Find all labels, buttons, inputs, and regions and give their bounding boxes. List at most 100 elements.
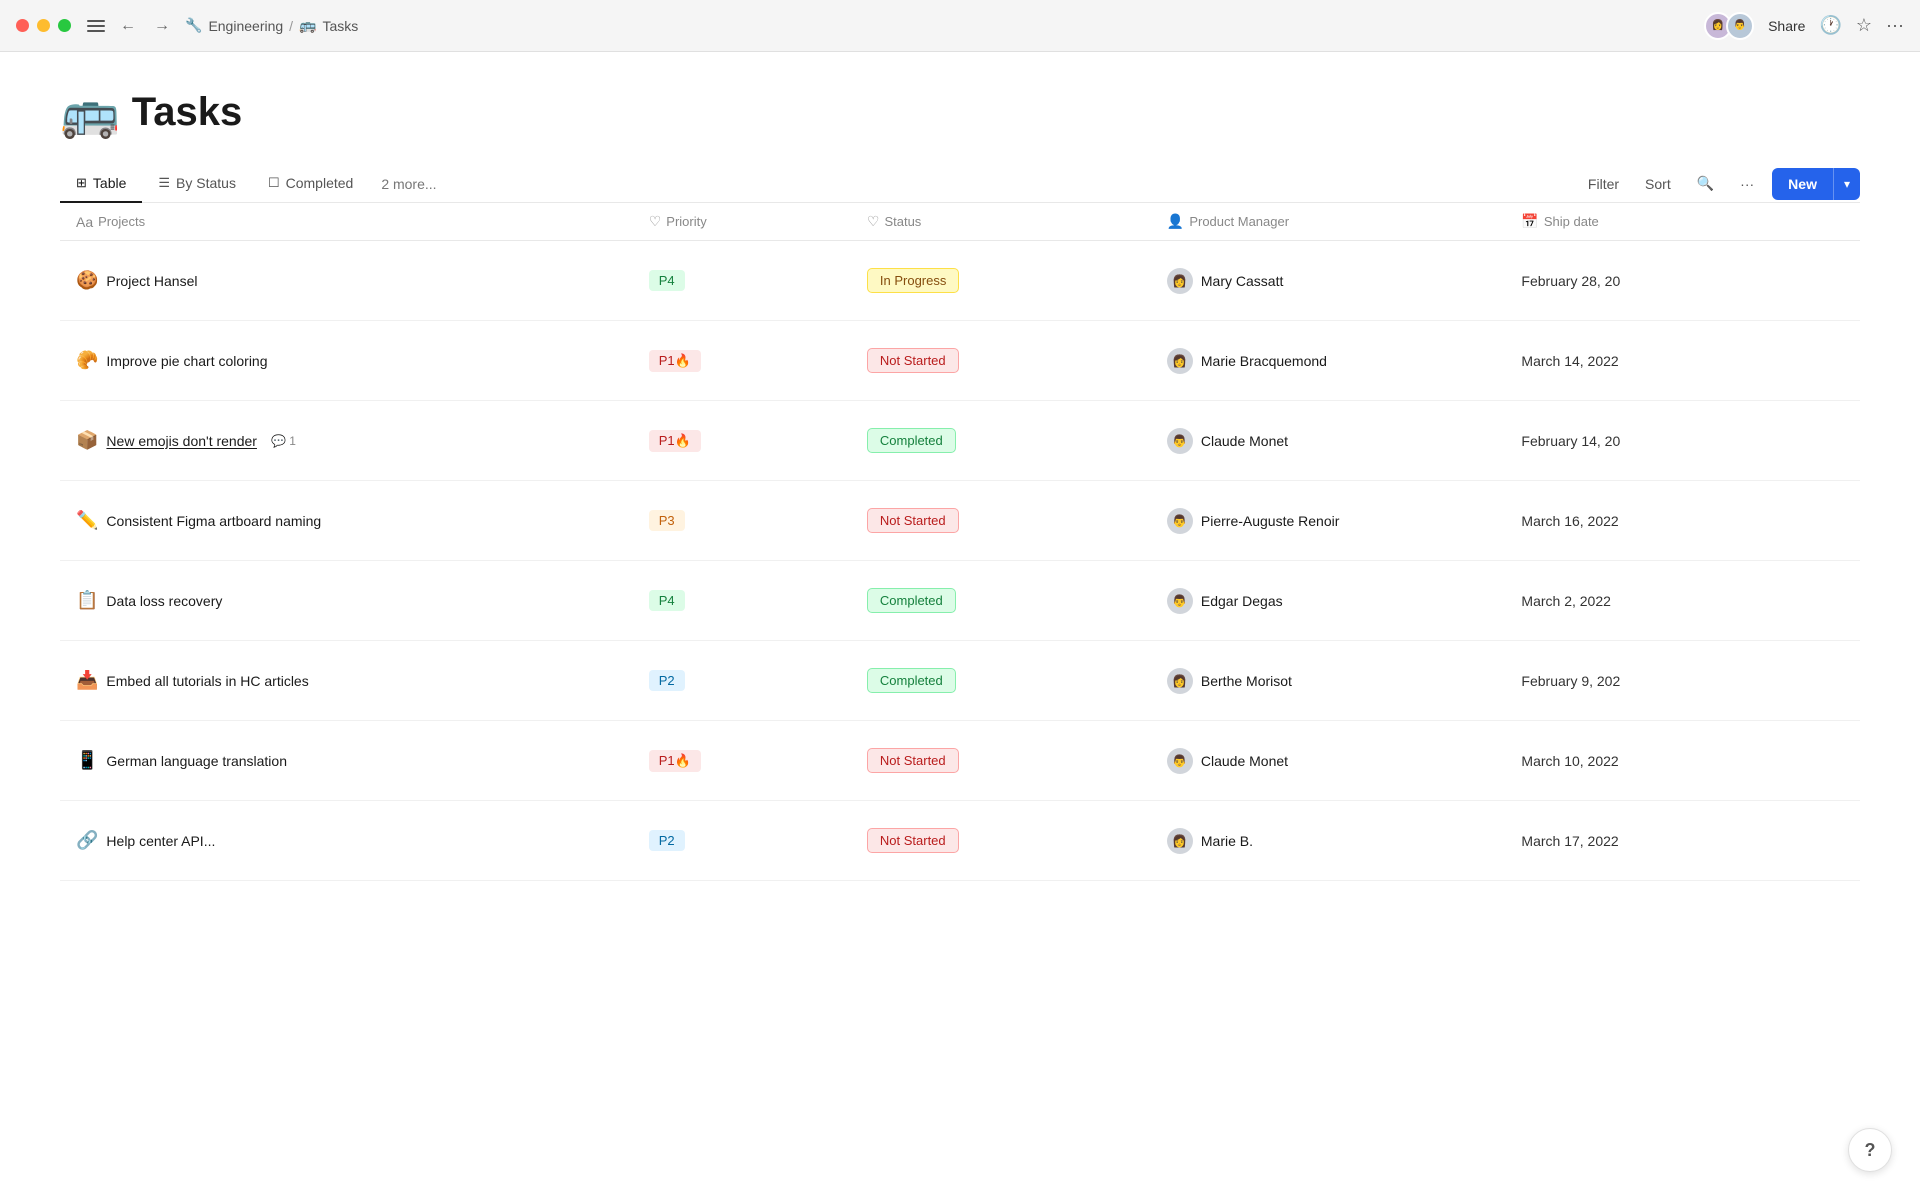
page-title-row: 🚌 Tasks — [60, 84, 1860, 141]
menu-icon[interactable] — [87, 20, 105, 32]
tab-table-label: Table — [93, 175, 126, 191]
status-cell-5: Completed — [851, 641, 1151, 721]
pm-name: Marie Bracquemond — [1201, 353, 1327, 369]
priority-col-icon: ♡ — [649, 213, 662, 230]
table-row[interactable]: 📋 Data loss recovery P4Completed 👨 Edgar… — [60, 561, 1860, 641]
project-cell-7[interactable]: 🔗 Help center API... — [60, 801, 633, 881]
status-badge: Completed — [867, 668, 956, 693]
table-row[interactable]: 📥 Embed all tutorials in HC articles P2 C… — [60, 641, 1860, 721]
pm-name: Mary Cassatt — [1201, 273, 1283, 289]
date-cell-1: March 14, 2022 — [1505, 321, 1860, 401]
pm-avatar: 👨 — [1167, 748, 1193, 774]
project-emoji: 📥 — [76, 670, 98, 691]
project-name: New emojis don't render — [106, 433, 257, 449]
project-emoji: 🔗 — [76, 830, 98, 851]
page-content: 🚌 Tasks ⊞ Table ☰ By Status ☐ Completed … — [0, 52, 1920, 881]
project-cell-5[interactable]: 📥 Embed all tutorials in HC articles — [60, 641, 633, 721]
forward-icon[interactable]: → — [151, 15, 173, 37]
sort-button[interactable]: Sort — [1637, 170, 1679, 198]
history-icon[interactable]: 🕐 — [1819, 15, 1841, 36]
pm-name: Claude Monet — [1201, 433, 1288, 449]
back-icon[interactable]: ← — [117, 15, 139, 37]
window-controls — [16, 19, 71, 32]
project-cell-6[interactable]: 📱 German language translation — [60, 721, 633, 801]
table-row[interactable]: 🔗 Help center API... P2Not Started 👩 Mar… — [60, 801, 1860, 881]
date-cell-5: February 9, 202 — [1505, 641, 1860, 721]
more-tabs-button[interactable]: 2 more... — [369, 166, 448, 202]
page-emoji: 🚌 — [60, 84, 120, 141]
status-badge: Not Started — [867, 748, 959, 773]
table-header-row: Aa Projects ♡ Priority ♡ Status — [60, 203, 1860, 241]
pm-avatar: 👨 — [1167, 588, 1193, 614]
new-button[interactable]: New — [1772, 168, 1833, 200]
status-badge: Not Started — [867, 508, 959, 533]
status-badge: In Progress — [867, 268, 959, 293]
pm-cell-6: 👨 Claude Monet — [1151, 721, 1506, 801]
project-emoji: 📋 — [76, 590, 98, 611]
col-pm: 👤 Product Manager — [1151, 203, 1506, 241]
priority-badge: P4 — [649, 590, 685, 611]
table-row[interactable]: ✏️ Consistent Figma artboard naming P3No… — [60, 481, 1860, 561]
col-shipdate: 📅 Ship date — [1505, 203, 1860, 241]
breadcrumb-page[interactable]: Tasks — [323, 18, 359, 34]
more-options-icon[interactable]: ··· — [1886, 15, 1904, 36]
project-cell-0[interactable]: 🍪 Project Hansel — [60, 241, 633, 321]
project-cell-3[interactable]: ✏️ Consistent Figma artboard naming — [60, 481, 633, 561]
status-cell-6: Not Started — [851, 721, 1151, 801]
pm-avatar: 👨 — [1167, 508, 1193, 534]
priority-badge: P1🔥 — [649, 430, 701, 452]
table-row[interactable]: 📦 New emojis don't render 💬 1 P1🔥 Complet… — [60, 401, 1860, 481]
project-cell-4[interactable]: 📋 Data loss recovery — [60, 561, 633, 641]
pm-avatar: 👩 — [1167, 268, 1193, 294]
priority-badge: P2 — [649, 830, 685, 851]
help-button[interactable]: ? — [1848, 1128, 1892, 1172]
breadcrumb-separator: / — [289, 18, 293, 34]
project-name: Consistent Figma artboard naming — [106, 513, 321, 529]
status-col-icon: ♡ — [867, 213, 880, 230]
favorite-icon[interactable]: ☆ — [1856, 15, 1872, 36]
tabs-actions: Filter Sort 🔍 ··· New ▾ — [1580, 168, 1860, 200]
status-badge: Completed — [867, 428, 956, 453]
priority-badge: P1🔥 — [649, 750, 701, 772]
titlebar: ← → 🔧 Engineering / 🚌 Tasks 👩 👨 Share 🕐 … — [0, 0, 1920, 52]
ship-date: March 16, 2022 — [1521, 513, 1618, 529]
table-row[interactable]: 📱 German language translation P1🔥 Not Sta… — [60, 721, 1860, 801]
col-status: ♡ Status — [851, 203, 1151, 241]
projects-col-label: Projects — [98, 214, 145, 229]
page-title: Tasks — [132, 90, 242, 135]
status-col-label: Status — [884, 214, 921, 229]
ship-date: February 28, 20 — [1521, 273, 1620, 289]
options-button[interactable]: ··· — [1732, 170, 1762, 198]
minimize-button[interactable] — [37, 19, 50, 32]
table-row[interactable]: 🍪 Project Hansel P4In Progress 👩 Mary Ca… — [60, 241, 1860, 321]
shipdate-col-icon: 📅 — [1521, 213, 1538, 230]
search-button[interactable]: 🔍 — [1689, 169, 1722, 198]
tab-by-status[interactable]: ☰ By Status — [142, 165, 252, 203]
project-cell-2[interactable]: 📦 New emojis don't render 💬 1 — [60, 401, 633, 481]
titlebar-actions: 👩 👨 Share 🕐 ☆ ··· — [1704, 12, 1904, 40]
date-cell-0: February 28, 20 — [1505, 241, 1860, 321]
project-name: Embed all tutorials in HC articles — [106, 673, 308, 689]
project-emoji: 🍪 — [76, 270, 98, 291]
tab-completed[interactable]: ☐ Completed — [252, 165, 369, 203]
maximize-button[interactable] — [58, 19, 71, 32]
pm-name: Edgar Degas — [1201, 593, 1283, 609]
date-cell-7: March 17, 2022 — [1505, 801, 1860, 881]
project-cell-1[interactable]: 🥐 Improve pie chart coloring — [60, 321, 633, 401]
date-cell-4: March 2, 2022 — [1505, 561, 1860, 641]
breadcrumb-section[interactable]: Engineering — [208, 18, 283, 34]
new-button-dropdown[interactable]: ▾ — [1833, 168, 1860, 200]
table-row[interactable]: 🥐 Improve pie chart coloring P1🔥Not Star… — [60, 321, 1860, 401]
tabs-row: ⊞ Table ☰ By Status ☐ Completed 2 more..… — [60, 165, 1860, 203]
priority-cell-5: P2 — [633, 641, 851, 721]
date-cell-6: March 10, 2022 — [1505, 721, 1860, 801]
ship-date: February 14, 20 — [1521, 433, 1620, 449]
pm-avatar: 👨 — [1167, 428, 1193, 454]
priority-cell-2: P1🔥 — [633, 401, 851, 481]
tab-table[interactable]: ⊞ Table — [60, 165, 142, 203]
share-button[interactable]: Share — [1768, 18, 1805, 34]
completed-tab-icon: ☐ — [268, 175, 280, 191]
project-name: Help center API... — [106, 833, 215, 849]
close-button[interactable] — [16, 19, 29, 32]
filter-button[interactable]: Filter — [1580, 170, 1627, 198]
